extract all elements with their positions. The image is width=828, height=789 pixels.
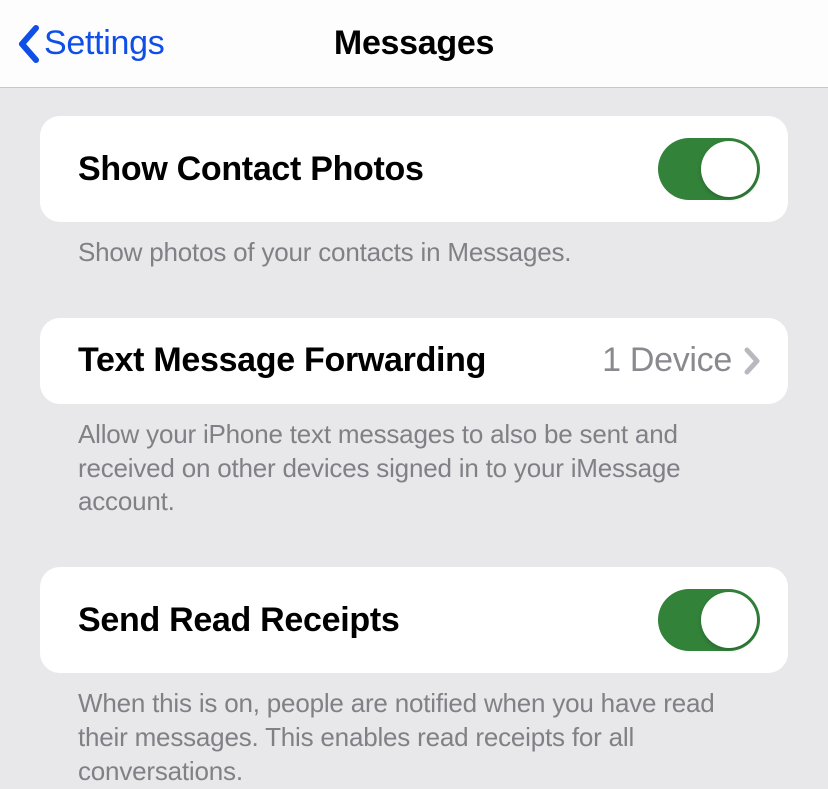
chevron-right-icon [744, 347, 760, 375]
setting-group-contact-photos: Show Contact Photos Show photos of your … [40, 116, 788, 270]
toggle-read-receipts[interactable] [658, 589, 760, 651]
page-title: Messages [334, 24, 494, 63]
setting-row-forwarding[interactable]: Text Message Forwarding 1 Device [40, 318, 788, 404]
setting-footer: Show photos of your contacts in Messages… [40, 222, 788, 270]
setting-group-read-receipts: Send Read Receipts When this is on, peop… [40, 567, 788, 788]
setting-right: 1 Device [602, 341, 760, 380]
back-button[interactable]: Settings [16, 24, 164, 63]
setting-value: 1 Device [602, 341, 732, 380]
content: Show Contact Photos Show photos of your … [0, 88, 828, 789]
setting-label: Show Contact Photos [78, 150, 424, 189]
toggle-contact-photos[interactable] [658, 138, 760, 200]
chevron-left-icon [16, 25, 40, 63]
toggle-knob [701, 592, 757, 648]
setting-label: Send Read Receipts [78, 601, 400, 640]
nav-bar: Settings Messages [0, 0, 828, 88]
setting-row-contact-photos[interactable]: Show Contact Photos [40, 116, 788, 222]
toggle-knob [701, 141, 757, 197]
setting-footer: Allow your iPhone text messages to also … [40, 404, 788, 519]
setting-group-forwarding: Text Message Forwarding 1 Device Allow y… [40, 318, 788, 519]
setting-label: Text Message Forwarding [78, 341, 486, 380]
setting-row-read-receipts[interactable]: Send Read Receipts [40, 567, 788, 673]
back-label: Settings [44, 24, 164, 63]
setting-footer: When this is on, people are notified whe… [40, 673, 788, 788]
